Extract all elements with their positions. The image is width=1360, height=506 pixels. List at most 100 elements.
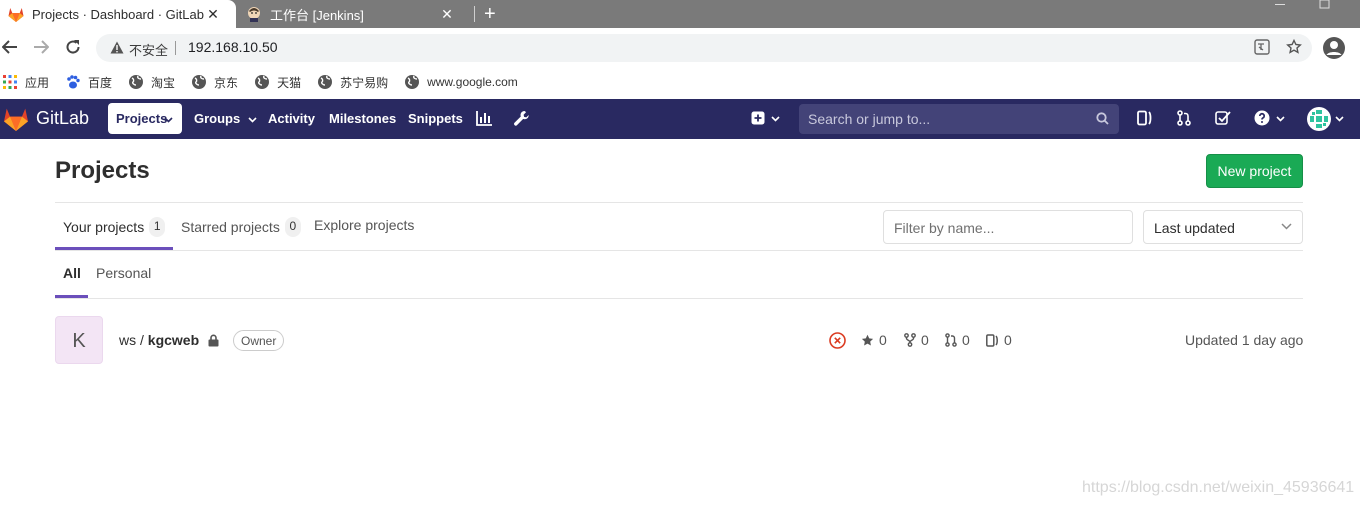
bookmark-jd[interactable]: 京东 (191, 74, 238, 91)
chevron-down-icon (1281, 223, 1292, 230)
stars-count[interactable]: 0 (861, 332, 887, 348)
global-search-input[interactable]: Search or jump to... (799, 104, 1119, 134)
divider (55, 298, 1303, 299)
tab-label: Explore projects (314, 217, 415, 233)
stat-value: 0 (879, 332, 887, 348)
chevron-down-icon[interactable] (771, 116, 780, 122)
divider (175, 41, 176, 55)
minimize-maximize-icon[interactable] (1270, 0, 1350, 10)
stat-value: 0 (1004, 332, 1012, 348)
gitlab-brand[interactable]: GitLab (36, 108, 89, 129)
bookmark-suning[interactable]: 苏宁易购 (317, 74, 388, 91)
globe-icon (405, 75, 420, 89)
count-badge: 1 (149, 217, 166, 237)
nav-groups-label: Groups (194, 111, 241, 126)
bookmarks-bar: 应用 百度 淘宝 京东 天猫 苏宁易购 www.google.com (0, 66, 1360, 98)
chevron-down-icon (164, 117, 173, 123)
wrench-admin-icon[interactable] (513, 110, 530, 127)
tab-explore-projects[interactable]: Explore projects (314, 217, 414, 233)
chevron-down-icon[interactable] (1335, 116, 1344, 122)
analytics-chart-icon[interactable] (476, 110, 493, 126)
last-updated-text: Updated 1 day ago (1185, 332, 1304, 348)
tab-your-projects[interactable]: Your projects 1 (63, 217, 166, 237)
merge-request-icon[interactable] (1176, 110, 1192, 126)
bookmark-google[interactable]: www.google.com (404, 74, 518, 90)
chevron-down-icon (248, 117, 257, 123)
pipeline-failed-icon[interactable] (829, 332, 846, 349)
browser-tab-jenkins[interactable]: 工作台 [Jenkins] ✕ (238, 0, 470, 28)
bookmark-baidu[interactable]: 百度 (65, 74, 112, 91)
gitlab-navbar: GitLab Projects Groups Activity Mileston… (0, 99, 1360, 139)
sort-dropdown[interactable]: Last updated (1143, 210, 1303, 244)
back-arrow-icon[interactable] (2, 40, 18, 54)
tab-starred-projects[interactable]: Starred projects 0 (181, 217, 301, 237)
filter-by-name-input[interactable]: Filter by name... (883, 210, 1133, 244)
fork-icon (904, 333, 916, 347)
profile-avatar-icon[interactable] (1322, 36, 1346, 60)
help-icon[interactable] (1254, 110, 1270, 126)
warning-triangle-icon (110, 41, 124, 54)
todos-check-icon[interactable] (1215, 110, 1231, 126)
new-tab-button[interactable]: + (484, 4, 496, 24)
nav-groups-dropdown[interactable]: Groups (194, 111, 257, 126)
nav-milestones[interactable]: Milestones (329, 111, 396, 126)
search-placeholder: Search or jump to... (808, 111, 931, 127)
watermark: https://blog.csdn.net/weixin_45936641 (1082, 479, 1355, 496)
role-badge: Owner (233, 330, 285, 351)
stat-value: 0 (921, 332, 929, 348)
project-namespace: ws / (119, 332, 148, 348)
bookmark-star-icon[interactable] (1286, 39, 1302, 55)
browser-tab-strip: Projects · Dashboard · GitLab ✕ 工作台 [Jen… (0, 0, 1360, 28)
forward-arrow-icon[interactable] (33, 40, 49, 54)
address-bar[interactable]: 不安全 192.168.10.50 (96, 34, 1312, 62)
window-controls[interactable] (1270, 0, 1350, 10)
forks-count[interactable]: 0 (904, 332, 929, 348)
bookmark-label: 应用 (25, 75, 50, 90)
bookmark-label: 天猫 (277, 75, 302, 90)
baidu-paw-icon (67, 75, 80, 89)
plus-square-icon[interactable] (751, 111, 765, 125)
nav-projects-dropdown[interactable]: Projects (108, 103, 182, 134)
bookmark-label: 淘宝 (151, 75, 176, 90)
nav-activity[interactable]: Activity (268, 111, 315, 126)
translate-icon[interactable] (1254, 39, 1270, 55)
bookmark-taobao[interactable]: 淘宝 (128, 74, 175, 91)
merge-requests-count[interactable]: 0 (945, 332, 970, 348)
bookmark-label: www.google.com (427, 75, 518, 89)
subtab-personal[interactable]: Personal (96, 265, 151, 281)
issues-icon[interactable] (1137, 110, 1153, 126)
bookmark-apps[interactable]: 应用 (2, 74, 49, 91)
lock-icon (208, 334, 219, 347)
globe-icon (318, 75, 333, 89)
nav-snippets[interactable]: Snippets (408, 111, 463, 126)
issues-count[interactable]: 0 (986, 332, 1012, 348)
browser-tab-gitlab[interactable]: Projects · Dashboard · GitLab ✕ (0, 0, 236, 28)
search-icon (1096, 112, 1109, 125)
tab-label: Your projects (63, 219, 145, 235)
reload-icon[interactable] (65, 39, 81, 55)
globe-icon (129, 75, 144, 89)
close-tab-icon[interactable]: ✕ (438, 6, 456, 23)
apps-grid-icon (3, 75, 17, 89)
user-avatar-icon[interactable] (1307, 107, 1331, 131)
page-title: Projects (55, 157, 150, 184)
new-project-button[interactable]: New project (1206, 154, 1303, 188)
project-title[interactable]: ws / kgcweb (119, 332, 199, 348)
bookmark-label: 京东 (214, 75, 239, 90)
subtab-all[interactable]: All (63, 265, 81, 281)
close-tab-icon[interactable]: ✕ (204, 6, 222, 23)
merge-request-icon (945, 333, 957, 347)
url-text[interactable]: 192.168.10.50 (188, 39, 278, 55)
chevron-down-icon[interactable] (1276, 116, 1285, 122)
insecure-label: 不安全 (129, 43, 169, 58)
browser-tab-title: Projects · Dashboard · GitLab (32, 6, 204, 22)
stat-value: 0 (962, 332, 970, 348)
browser-tab-title: 工作台 [Jenkins] (270, 7, 364, 23)
gitlab-logo-icon[interactable] (3, 107, 29, 131)
tab-separator (474, 6, 475, 22)
bookmark-tmall[interactable]: 天猫 (254, 74, 301, 91)
bookmark-label: 百度 (88, 75, 113, 90)
project-avatar[interactable]: K (55, 316, 103, 364)
globe-icon (255, 75, 270, 89)
bookmark-label: 苏宁易购 (340, 75, 389, 90)
